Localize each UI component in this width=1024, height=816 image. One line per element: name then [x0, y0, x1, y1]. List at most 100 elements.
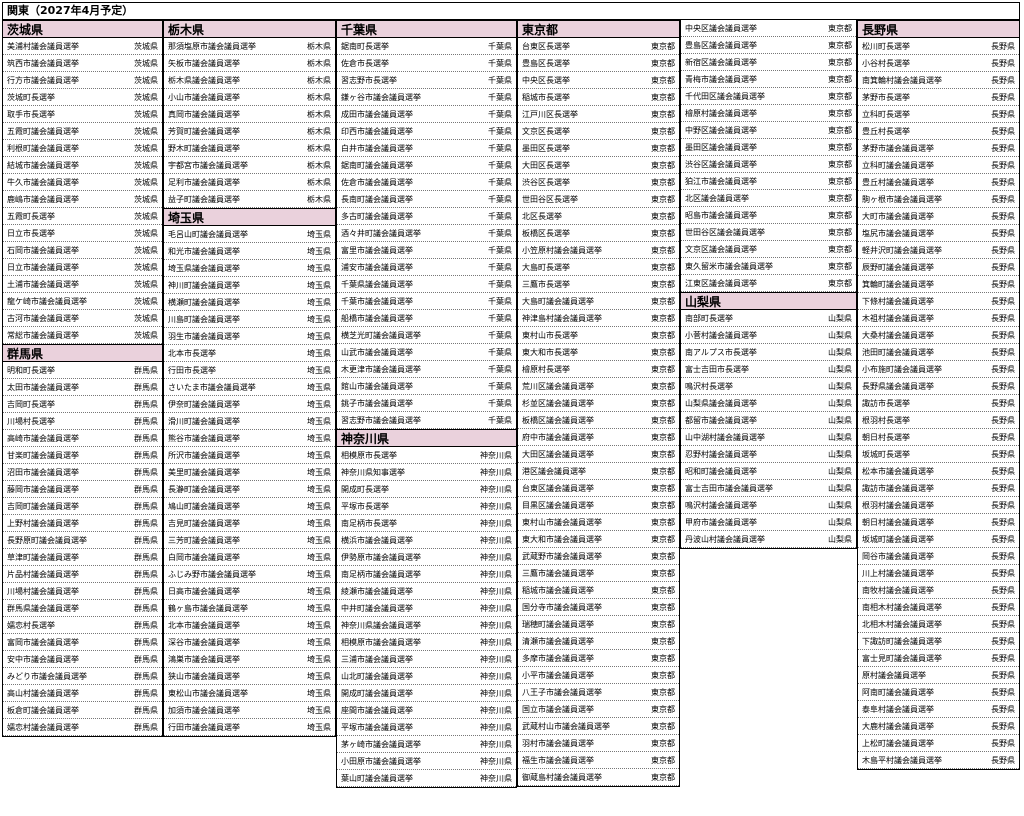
election-name: 行方市議会議員選挙: [7, 75, 79, 85]
election-prefecture: 群馬県: [134, 484, 158, 494]
election-prefecture: 神奈川県: [480, 501, 512, 511]
election-prefecture: 埼玉県: [307, 705, 331, 715]
election-prefecture: 茨城県: [134, 296, 158, 306]
election-prefecture: 山梨県: [828, 500, 852, 510]
election-row: 五霞町長選挙 茨城県: [3, 208, 162, 225]
election-prefecture: 埼玉県: [307, 399, 331, 409]
election-name: 八王子市議会議員選挙: [522, 687, 602, 697]
election-row: 下諏訪町議会議員選挙 長野県: [858, 633, 1019, 650]
election-name: 和光市議会議員選挙: [168, 246, 240, 256]
election-prefecture: 千葉県: [488, 364, 512, 374]
election-row: 神奈川県議会議員選挙 神奈川県: [337, 617, 516, 634]
election-name: 瑞穂町議会議員選挙: [522, 619, 594, 629]
election-row: 浦安市議会議員選挙 千葉県: [337, 259, 516, 276]
election-name: 浦安市議会議員選挙: [341, 262, 413, 272]
election-prefecture: 千葉県: [488, 415, 512, 425]
election-name: 北区長選挙: [522, 211, 562, 221]
election-name: 茅野市議会議員選挙: [862, 143, 934, 153]
election-row: 港区議会議員選挙 東京都: [518, 463, 679, 480]
election-prefecture: 千葉県: [488, 347, 512, 357]
election-name: 港区議会議員選挙: [522, 466, 586, 476]
election-row: 南箕輪村議会議員選挙 長野県: [858, 72, 1019, 89]
election-prefecture: 東京都: [651, 755, 675, 765]
election-name: 武蔵村山市議会議員選挙: [522, 721, 610, 731]
election-prefecture: 埼玉県: [307, 297, 331, 307]
election-prefecture: 神奈川県: [480, 518, 512, 528]
election-name: 東大和市長選挙: [522, 347, 578, 357]
election-row: 習志野市議会議員選挙 千葉県: [337, 412, 516, 429]
election-row: 福生市議会議員選挙 東京都: [518, 752, 679, 769]
election-name: 山中湖村議会議員選挙: [685, 432, 765, 442]
election-row: 千葉市議会議員選挙 千葉県: [337, 293, 516, 310]
election-name: 川島町議会議員選挙: [168, 314, 240, 324]
election-prefecture: 群馬県: [134, 722, 158, 732]
election-row: 真岡市議会議員選挙 栃木県: [164, 106, 335, 123]
election-prefecture: 東京都: [651, 75, 675, 85]
election-prefecture: 埼玉県: [307, 416, 331, 426]
election-name: 東大和市議会議員選挙: [522, 534, 602, 544]
election-prefecture: 神奈川県: [480, 569, 512, 579]
election-name: 伊勢原市議会議員選挙: [341, 552, 421, 562]
election-row: 芳賀町議会議員選挙 栃木県: [164, 123, 335, 140]
election-prefecture: 茨城県: [134, 279, 158, 289]
election-row: 文京区議会議員選挙 東京都: [681, 241, 856, 258]
election-row: 目黒区議会議員選挙 東京都: [518, 497, 679, 514]
election-row: 小布施町議会議員選挙 長野県: [858, 361, 1019, 378]
election-row: 墨田区長選挙 東京都: [518, 140, 679, 157]
election-prefecture: 埼玉県: [307, 518, 331, 528]
election-name: 下諏訪町議会議員選挙: [862, 636, 942, 646]
election-prefecture: 東京都: [828, 278, 852, 288]
election-prefecture: 群馬県: [134, 569, 158, 579]
election-prefecture: 東京都: [651, 534, 675, 544]
election-row: 板倉町議会議員選挙 群馬県: [3, 702, 162, 719]
election-row: 神津島村議会議員選挙 東京都: [518, 310, 679, 327]
election-name: 栃木県議会議員選挙: [168, 75, 240, 85]
election-row: 鴻巣市議会議員選挙 埼玉県: [164, 651, 335, 668]
election-prefecture: 長野県: [991, 551, 1015, 561]
election-name: 墨田区長選挙: [522, 143, 570, 153]
election-prefecture: 東京都: [651, 364, 675, 374]
column-4: 東京都 台東区長選挙 東京都 豊島区長選挙 東京都 中央区長選挙 東京都 稲城市長選挙 東京都江…: [517, 20, 680, 787]
election-name: 牛久市議会議員選挙: [7, 177, 79, 187]
election-prefecture: 長野県: [991, 602, 1015, 612]
election-row: 鎌ヶ谷市議会議員選挙 千葉県: [337, 89, 516, 106]
election-prefecture: 千葉県: [488, 398, 512, 408]
election-row: 朝日村議会議員選挙 長野県: [858, 514, 1019, 531]
election-row: 古河市議会議員選挙 茨城県: [3, 310, 162, 327]
election-row: 檜原村議会議員選挙 東京都: [681, 105, 856, 122]
election-row: 龍ケ崎市議会議員選挙 茨城県: [3, 293, 162, 310]
election-row: 平塚市長選挙 神奈川県: [337, 498, 516, 515]
election-prefecture: 長野県: [991, 296, 1015, 306]
election-row: 南牧村議会議員選挙 長野県: [858, 582, 1019, 599]
election-name: 綾瀬市議会議員選挙: [341, 586, 413, 596]
election-row: 開成町議会議員選挙 神奈川県: [337, 685, 516, 702]
election-prefecture: 東京都: [828, 142, 852, 152]
election-prefecture: 埼玉県: [307, 365, 331, 375]
election-prefecture: 東京都: [651, 245, 675, 255]
election-prefecture: 東京都: [651, 126, 675, 136]
election-prefecture: 長野県: [991, 245, 1015, 255]
election-name: 目黒区議会議員選挙: [522, 500, 594, 510]
election-prefecture: 埼玉県: [307, 246, 331, 256]
election-name: 昭島市議会議員選挙: [685, 210, 757, 220]
election-prefecture: 群馬県: [134, 688, 158, 698]
election-prefecture: 東京都: [651, 296, 675, 306]
election-row: 木島平村議会議員選挙 長野県: [858, 752, 1019, 769]
election-name: 南箕輪村議会議員選挙: [862, 75, 942, 85]
election-row: 荒川区議会議員選挙 東京都: [518, 378, 679, 395]
election-name: 富岡市議会議員選挙: [7, 637, 79, 647]
election-name: 埼玉県議会議員選挙: [168, 263, 240, 273]
election-row: 根羽村議会議員選挙 長野県: [858, 497, 1019, 514]
election-row: 新宿区議会議員選挙 東京都: [681, 54, 856, 71]
election-prefecture: 千葉県: [488, 330, 512, 340]
election-name: 神川町議会議員選挙: [168, 280, 240, 290]
election-row: 綾瀬市議会議員選挙 神奈川県: [337, 583, 516, 600]
election-name: 大桑村議会議員選挙: [862, 330, 934, 340]
election-name: 鴻巣市議会議員選挙: [168, 654, 240, 664]
election-prefecture: 東京都: [828, 227, 852, 237]
election-row: 松川町長選挙 長野県: [858, 38, 1019, 55]
election-name: 南相木村議会議員選挙: [862, 602, 942, 612]
election-row: 小平市議会議員選挙 東京都: [518, 667, 679, 684]
election-row: 美里町議会議員選挙 埼玉県: [164, 464, 335, 481]
election-name: 茨城町長選挙: [7, 92, 55, 102]
